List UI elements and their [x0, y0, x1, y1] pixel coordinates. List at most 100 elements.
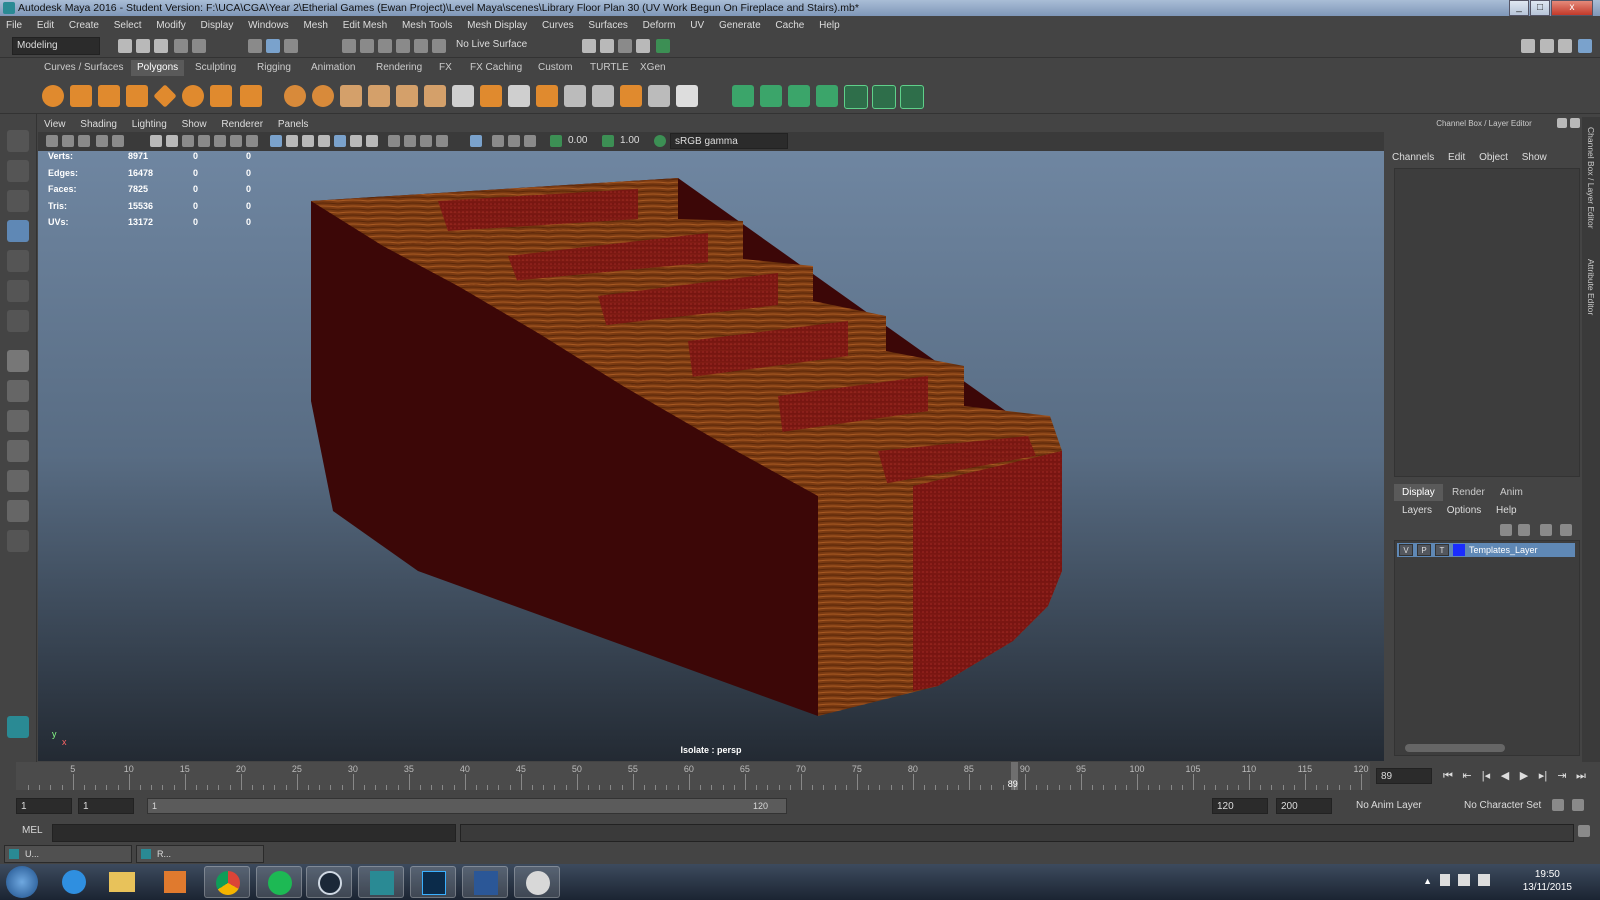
- snap-grid-icon[interactable]: [342, 39, 356, 53]
- extrude-icon[interactable]: [396, 85, 418, 107]
- move-layer-up-icon[interactable]: [1500, 524, 1512, 536]
- xray-joints-icon[interactable]: [492, 135, 504, 147]
- persp-graph-icon[interactable]: [7, 440, 29, 462]
- snap-live-icon[interactable]: [432, 39, 446, 53]
- more-layouts-icon[interactable]: [7, 530, 29, 552]
- resolution-gate-icon[interactable]: [182, 135, 194, 147]
- smooth-icon[interactable]: [368, 85, 390, 107]
- last-tool-icon[interactable]: [7, 310, 29, 332]
- chrome-icon[interactable]: [216, 871, 240, 895]
- safe-action-icon[interactable]: [230, 135, 242, 147]
- menu-mesh-display[interactable]: Mesh Display: [461, 17, 533, 35]
- tab-polygons[interactable]: Polygons: [131, 60, 185, 76]
- snap-point-icon[interactable]: [378, 39, 392, 53]
- poly-cone-icon[interactable]: [126, 85, 148, 107]
- single-perspective-icon[interactable]: [7, 350, 29, 372]
- steam-icon[interactable]: [318, 871, 342, 895]
- go-to-start-icon[interactable]: ⏮: [1442, 770, 1454, 782]
- multi-cut-icon[interactable]: [452, 85, 474, 107]
- layer-tab-display[interactable]: Display: [1394, 484, 1443, 501]
- camera-bookmark-icon[interactable]: [62, 135, 74, 147]
- minimize-button[interactable]: _: [1509, 0, 1529, 16]
- shadows-icon[interactable]: [366, 135, 378, 147]
- ipr-render-icon[interactable]: [618, 39, 632, 53]
- automatic-uv-icon[interactable]: [816, 85, 838, 107]
- toggle-channel-box-icon[interactable]: [1578, 39, 1592, 53]
- new-empty-layer-icon[interactable]: [1540, 524, 1552, 536]
- color-space-dropdown[interactable]: sRGB gamma: [670, 133, 788, 149]
- paint-select-icon[interactable]: [7, 190, 29, 212]
- action-center-icon[interactable]: [1440, 874, 1450, 886]
- anti-aliasing-icon[interactable]: [420, 135, 432, 147]
- bevel-icon[interactable]: [536, 85, 558, 107]
- uv-editor-icon[interactable]: [844, 85, 868, 109]
- append-polygon-icon[interactable]: [592, 85, 614, 107]
- menu-edit-mesh[interactable]: Edit Mesh: [337, 17, 393, 35]
- grease-pencil-icon[interactable]: [112, 135, 124, 147]
- ambient-occlusion-icon[interactable]: [388, 135, 400, 147]
- layer-tab-anim[interactable]: Anim: [1492, 484, 1531, 501]
- four-view-icon[interactable]: [7, 380, 29, 402]
- motion-blur-icon[interactable]: [404, 135, 416, 147]
- planar-uv-icon[interactable]: [732, 85, 754, 107]
- layer-row[interactable]: V P T Templates_Layer: [1397, 543, 1575, 557]
- step-back-key-icon[interactable]: |◂: [1480, 770, 1492, 782]
- gate-mask-icon[interactable]: [198, 135, 210, 147]
- textured-icon[interactable]: [334, 135, 346, 147]
- target-weld-icon[interactable]: [480, 85, 502, 107]
- menu-file[interactable]: File: [0, 17, 28, 35]
- time-slider-bar[interactable]: 5 10 15 20 25 30 35 40 45 50 55 60 65 70 75 80 85 90 95 100…: [16, 762, 1370, 790]
- scale-tool-icon[interactable]: [7, 280, 29, 302]
- use-all-lights-icon[interactable]: [350, 135, 362, 147]
- spotify-icon[interactable]: [268, 871, 292, 895]
- color-management-icon[interactable]: [654, 135, 666, 147]
- poly-pyramid-icon[interactable]: [210, 85, 232, 107]
- move-tool-icon[interactable]: [7, 220, 29, 242]
- animation-prefs-icon[interactable]: [1572, 799, 1584, 811]
- tab-curves-surfaces[interactable]: Curves / Surfaces: [38, 60, 129, 76]
- outliner-icon[interactable]: [1558, 39, 1572, 53]
- film-gate-icon[interactable]: [166, 135, 178, 147]
- minimized-window-2[interactable]: R...: [136, 845, 264, 863]
- perspective-viewport[interactable]: Verts: 8971 0 0 Edges: 16478 0 0 Faces: 7825 0 0 Tri…: [38, 151, 1384, 761]
- file-explorer-icon[interactable]: [109, 872, 135, 892]
- poly-torus-icon[interactable]: [182, 85, 204, 107]
- extract-icon[interactable]: [340, 85, 362, 107]
- step-back-frame-icon[interactable]: ⇤: [1461, 770, 1473, 782]
- show-hidden-icons-icon[interactable]: ▲: [1423, 876, 1432, 886]
- layer-template-toggle[interactable]: T: [1435, 544, 1449, 556]
- cylindrical-uv-icon[interactable]: [760, 85, 782, 107]
- menu-surfaces[interactable]: Surfaces: [582, 17, 633, 35]
- layer-menu-help[interactable]: Help: [1496, 505, 1517, 516]
- two-d-pan-icon[interactable]: [96, 135, 108, 147]
- layer-menu-layers[interactable]: Layers: [1402, 505, 1432, 516]
- new-scene-icon[interactable]: [118, 39, 132, 53]
- close-panel-icon[interactable]: [1570, 118, 1580, 128]
- layer-playback-toggle[interactable]: P: [1417, 544, 1431, 556]
- end-time-field[interactable]: 200: [1276, 798, 1332, 814]
- menu-mesh-tools[interactable]: Mesh Tools: [396, 17, 458, 35]
- side-tab-attribute-editor[interactable]: Attribute Editor: [1586, 259, 1596, 315]
- field-chart-icon[interactable]: [214, 135, 226, 147]
- range-slider[interactable]: 1 120: [147, 798, 787, 814]
- command-input[interactable]: [52, 824, 456, 842]
- snap-surface-icon[interactable]: [414, 39, 428, 53]
- panel-menu-shading[interactable]: Shading: [74, 118, 123, 132]
- menu-create[interactable]: Create: [63, 17, 105, 35]
- mirror-icon[interactable]: [648, 85, 670, 107]
- play-forwards-icon[interactable]: ▶: [1518, 770, 1530, 782]
- step-forward-frame-icon[interactable]: ⇥: [1556, 770, 1568, 782]
- side-tab-channel-box[interactable]: Channel Box / Layer Editor: [1586, 127, 1596, 229]
- wireframe-on-shaded-icon[interactable]: [302, 135, 314, 147]
- tab-custom[interactable]: Custom: [532, 60, 578, 76]
- undo-icon[interactable]: [174, 39, 188, 53]
- select-object-icon[interactable]: [266, 39, 280, 53]
- close-button[interactable]: x: [1551, 0, 1593, 16]
- workspace-icon[interactable]: [1521, 39, 1535, 53]
- redo-icon[interactable]: [192, 39, 206, 53]
- step-forward-key-icon[interactable]: ▸|: [1537, 770, 1549, 782]
- layer-menu-options[interactable]: Options: [1447, 505, 1481, 516]
- xray-active-icon[interactable]: [508, 135, 520, 147]
- panel-menu-view[interactable]: View: [38, 118, 72, 132]
- panel-menu-lighting[interactable]: Lighting: [126, 118, 173, 132]
